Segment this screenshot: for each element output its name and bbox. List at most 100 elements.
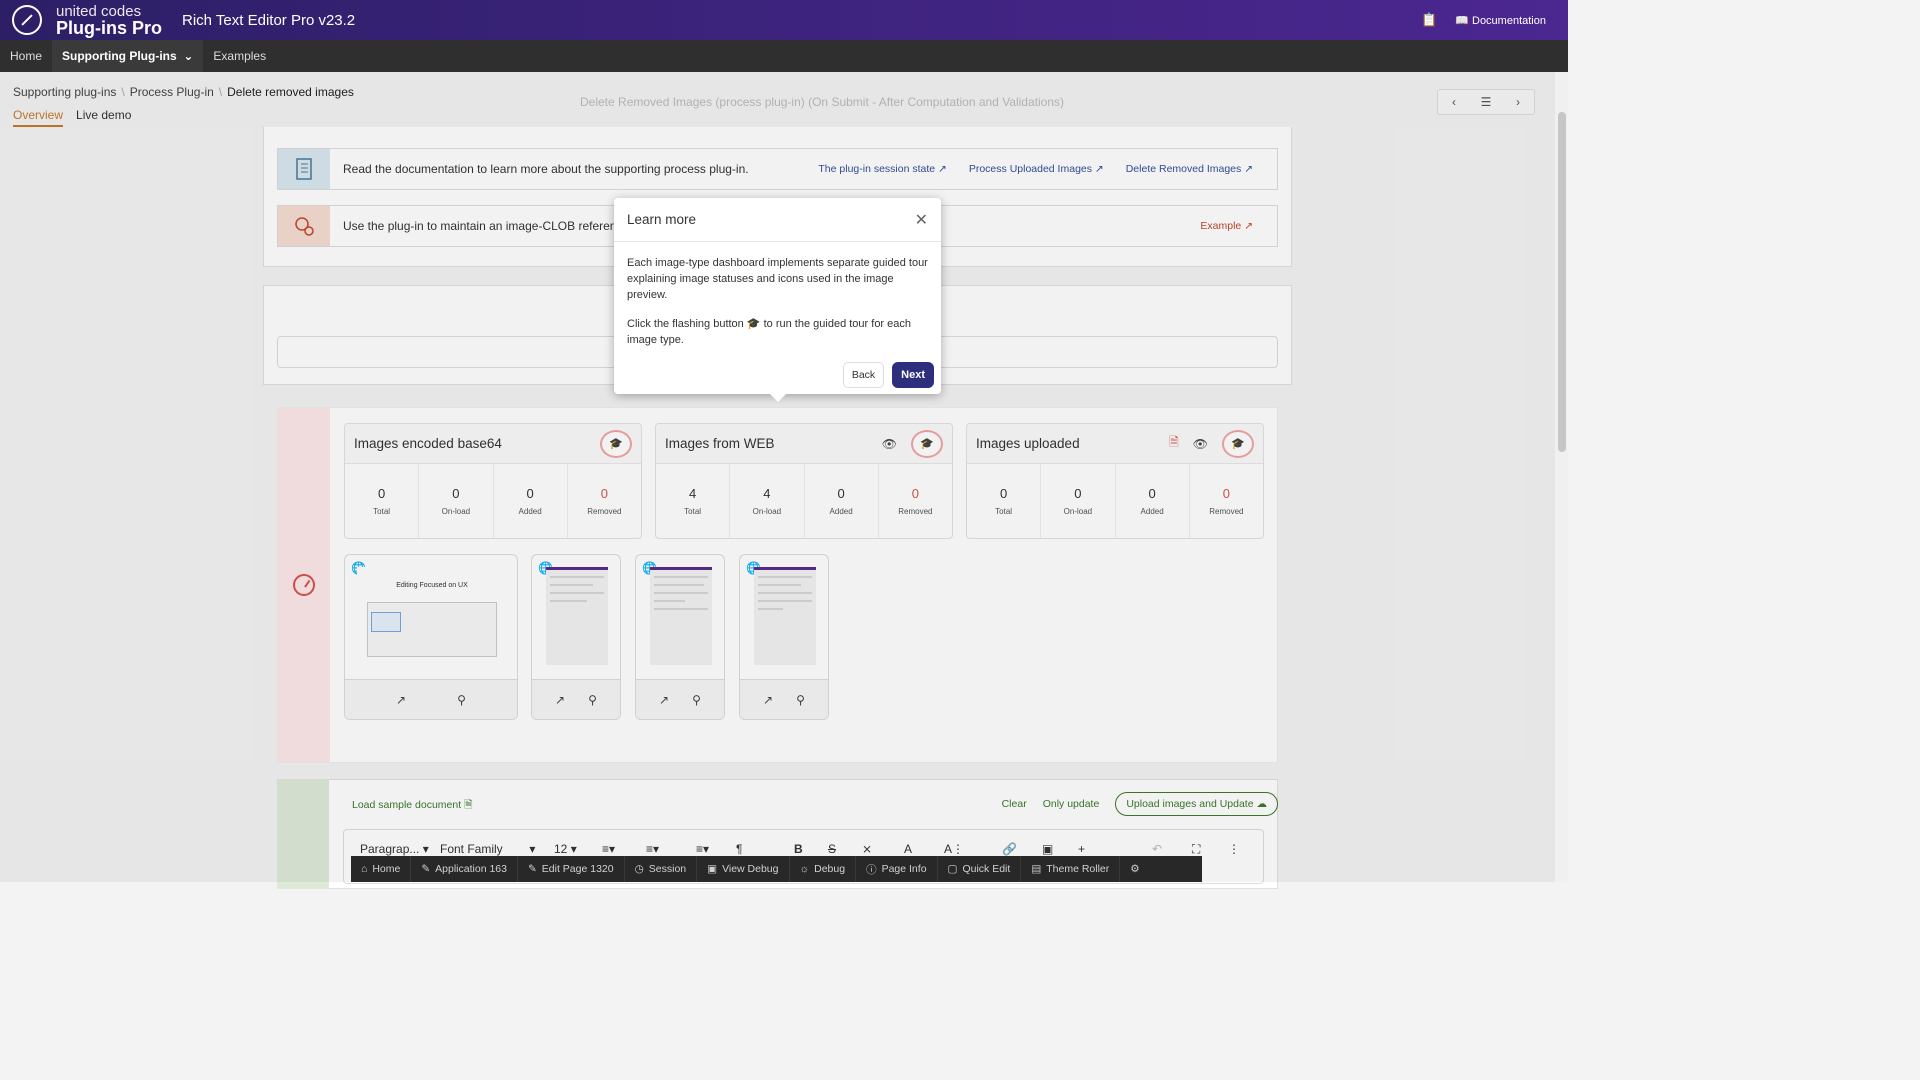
load-sample-button[interactable]: Load sample document 🗎 — [352, 797, 473, 815]
clear-format-icon[interactable]: ⨯ — [862, 842, 872, 856]
back-button[interactable]: Back — [842, 362, 885, 388]
thumb-image[interactable]: Editing Focused on UX — [357, 567, 507, 667]
brand-bottom: Plug-ins Pro — [56, 17, 163, 38]
search-icon[interactable]: ⚲ — [457, 693, 466, 707]
thumb-caption: Editing Focused on UX — [396, 582, 468, 589]
link-session-state[interactable]: The plug-in session state ↗ — [818, 163, 946, 175]
dev-theme-roller[interactable]: ▤ Theme Roller — [1021, 856, 1121, 882]
graduation-cap-icon[interactable]: 🎓 — [911, 429, 943, 458]
eye-icon[interactable]: 👁 — [1193, 437, 1208, 451]
nav-supporting-plugins[interactable]: Supporting Plug-ins ⌄ — [52, 40, 204, 72]
image-thumb: 🌐 Editing Focused on UX ↗ ⚲ — [344, 554, 518, 720]
app-title: Rich Text Editor Pro v23.2 — [182, 11, 356, 29]
link-process-uploaded[interactable]: Process Uploaded Images ↗ — [969, 163, 1104, 175]
dev-debug[interactable]: ☼ Debug — [790, 856, 857, 882]
breadcrumb-current: Delete removed images — [227, 85, 354, 99]
nav-home[interactable]: Home — [0, 40, 52, 72]
dev-page-info[interactable]: ⓘ Page Info — [856, 856, 938, 882]
paragraph-select[interactable]: Paragrap... ▾ — [360, 842, 429, 856]
stat-total: 0 Total — [967, 464, 1042, 538]
breadcrumb-item[interactable]: Supporting plug-ins — [13, 85, 116, 99]
font-family-label: Font Family — [440, 842, 503, 856]
bold-icon[interactable]: B — [794, 842, 803, 856]
scrollbar-thumb[interactable] — [1558, 112, 1566, 452]
brand[interactable]: united codes Plug-ins Pro — [56, 4, 162, 37]
scrollbar[interactable] — [1555, 72, 1568, 882]
paragraph-label: Paragrap... — [360, 842, 420, 856]
stat-value: 0 — [378, 486, 386, 501]
logo-icon[interactable] — [12, 5, 42, 35]
learn-more-dialog: Learn more ✕ Each image-type dashboard i… — [614, 198, 941, 402]
only-update-button[interactable]: Only update — [1043, 798, 1100, 810]
insert-icon[interactable]: + — [1078, 842, 1085, 856]
list-icon[interactable]: ☰ — [1470, 90, 1502, 114]
paragraph-mark-icon[interactable]: ¶ — [736, 842, 742, 856]
bullet-list-icon[interactable]: ≡▾ — [646, 842, 659, 856]
open-external-icon[interactable]: ↗ — [555, 693, 565, 707]
open-external-icon[interactable]: ↗ — [763, 693, 773, 707]
tab-overview[interactable]: Overview — [13, 108, 64, 127]
graduation-cap-icon[interactable]: 🎓 — [1222, 429, 1254, 458]
breadcrumb-item[interactable]: Process Plug-in — [130, 85, 214, 99]
strikethrough-icon[interactable]: S — [828, 842, 836, 856]
notebook-icon — [278, 149, 330, 189]
stat-label: Removed — [898, 507, 933, 516]
stat-label: Removed — [587, 507, 622, 516]
edit-icon: ✎ — [421, 863, 431, 875]
dev-view-debug[interactable]: ▣ View Debug — [697, 856, 790, 882]
dev-application[interactable]: ✎ Application 163 — [411, 856, 518, 882]
link-example[interactable]: Example ↗ — [1200, 220, 1253, 232]
thumb-image[interactable] — [546, 567, 608, 665]
stat-added: 0 Added — [494, 464, 568, 538]
align-icon[interactable]: ≡▾ — [696, 842, 709, 856]
link-icon[interactable]: 🔗 — [1002, 842, 1017, 856]
developer-toolbar: ⌂ Home ✎ Application 163 ✎ Edit Page 1320 ◷… — [351, 856, 1202, 882]
prev-icon[interactable]: ‹ — [1438, 90, 1470, 114]
undo-icon[interactable]: ↶ — [1152, 842, 1162, 856]
font-color-icon[interactable]: A — [904, 842, 912, 856]
next-icon[interactable]: › — [1502, 90, 1534, 114]
open-external-icon[interactable]: ↗ — [659, 693, 669, 707]
nav-examples[interactable]: Examples — [203, 40, 276, 72]
dev-edit-page[interactable]: ✎ Edit Page 1320 — [518, 856, 625, 882]
dev-label: View Debug — [722, 863, 779, 875]
font-family-select[interactable]: Font Family ▾ — [440, 842, 535, 856]
open-external-icon[interactable]: ↗ — [396, 693, 406, 707]
search-icon[interactable]: ⚲ — [692, 693, 701, 707]
thumb-image[interactable] — [754, 567, 816, 665]
dialog-text-part: Click the flashing button — [627, 318, 744, 330]
dev-home[interactable]: ⌂ Home — [351, 856, 412, 882]
text-style-icon[interactable]: A⋮ — [944, 842, 964, 856]
numbered-list-icon[interactable]: ≡▾ — [602, 842, 615, 856]
link-delete-removed[interactable]: Delete Removed Images ↗ — [1126, 163, 1253, 175]
more-icon[interactable]: ⋮ — [1228, 842, 1240, 856]
close-icon[interactable]: ✕ — [915, 210, 928, 230]
stat-label: Added — [829, 507, 853, 516]
font-size-select[interactable]: 12 ▾ — [554, 842, 577, 856]
eye-icon[interactable]: 👁 — [882, 437, 897, 451]
dialog-text-2: Click the flashing button 🎓 to run the g… — [627, 316, 928, 348]
clipboard-icon[interactable]: 📋 — [1421, 12, 1437, 28]
view-icon: ▣ — [707, 863, 718, 875]
stat-label: Added — [518, 507, 542, 516]
card-title: Images from WEB — [665, 436, 775, 451]
image-icon[interactable]: ▣ — [1042, 842, 1053, 856]
settings-icon[interactable]: ⚙ — [1120, 856, 1149, 882]
clear-button[interactable]: Clear — [1002, 798, 1027, 810]
document-search-icon[interactable]: 🗎 — [1169, 433, 1179, 454]
stat-added: 0 Added — [805, 464, 879, 538]
stat-total: 4 Total — [656, 464, 731, 538]
dev-label: Home — [372, 863, 401, 875]
documentation-link[interactable]: 📖 Documentation — [1455, 14, 1546, 27]
next-button[interactable]: Next — [892, 362, 934, 388]
upload-update-button[interactable]: Upload images and Update ☁ — [1115, 792, 1278, 816]
card-title: Images encoded base64 — [354, 436, 502, 451]
fullscreen-icon[interactable]: ⛶ — [1192, 842, 1200, 857]
search-icon[interactable]: ⚲ — [588, 693, 597, 707]
search-icon[interactable]: ⚲ — [796, 693, 805, 707]
tab-live-demo[interactable]: Live demo — [76, 108, 131, 127]
graduation-cap-icon[interactable]: 🎓 — [600, 429, 632, 458]
dev-quick-edit[interactable]: ▢ Quick Edit — [938, 856, 1022, 882]
dev-session[interactable]: ◷ Session — [625, 856, 698, 882]
thumb-image[interactable] — [650, 567, 712, 665]
